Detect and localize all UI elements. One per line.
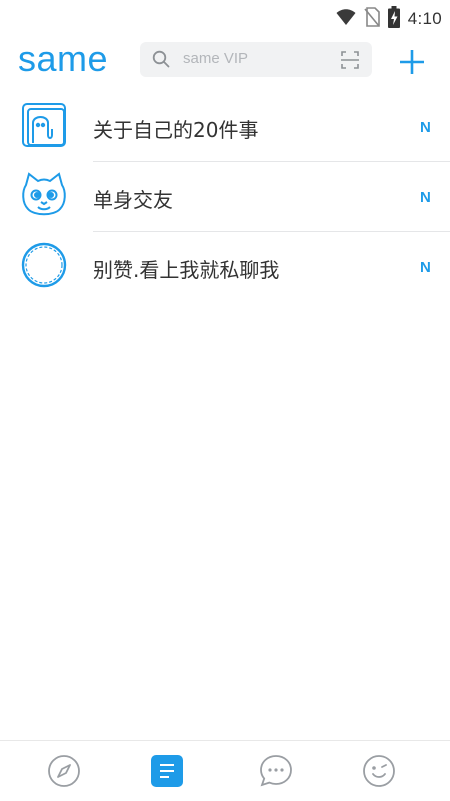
list-item[interactable]: 别赞.看上我就私聊我 N <box>0 232 450 302</box>
new-badge: N <box>420 189 431 206</box>
list-item-title: 单身交友 <box>93 188 173 212</box>
tab-explore[interactable] <box>47 754 81 788</box>
channel-list: 关于自己的20件事 N 单身交友 N 别赞.看上我就私聊我 N <box>0 92 450 302</box>
notebook-ghost-icon <box>20 101 68 149</box>
smiley-icon <box>362 755 396 792</box>
status-time: 4:10 <box>407 9 442 28</box>
search-icon <box>152 50 170 72</box>
list-item[interactable]: 单身交友 N <box>0 162 450 232</box>
tab-messages[interactable] <box>259 754 293 788</box>
list-item-title: 别赞.看上我就私聊我 <box>93 258 280 282</box>
status-icons: 4:10 <box>336 6 442 32</box>
no-sim-icon <box>364 7 380 31</box>
plus-icon <box>396 50 428 82</box>
search-placeholder: same VIP <box>183 50 249 67</box>
wifi-icon <box>336 8 356 30</box>
app-header: same same VIP <box>0 34 450 90</box>
ring-icon <box>20 241 68 289</box>
battery-charging-icon <box>387 6 400 32</box>
list-icon <box>150 755 184 792</box>
search-input[interactable]: same VIP <box>140 42 372 77</box>
new-badge: N <box>420 259 431 276</box>
tab-profile[interactable] <box>362 754 396 788</box>
add-button[interactable] <box>396 46 428 78</box>
bottom-nav <box>0 740 450 801</box>
compass-icon <box>47 755 81 792</box>
tab-channels[interactable] <box>150 754 184 788</box>
new-badge: N <box>420 119 431 136</box>
app-logo[interactable]: same <box>18 37 108 81</box>
cat-face-icon <box>20 171 68 219</box>
list-item[interactable]: 关于自己的20件事 N <box>0 92 450 162</box>
chat-bubble-icon <box>259 755 293 792</box>
list-item-title: 关于自己的20件事 <box>93 118 259 142</box>
status-bar: 4:10 <box>0 0 450 34</box>
scan-icon[interactable] <box>340 50 360 74</box>
